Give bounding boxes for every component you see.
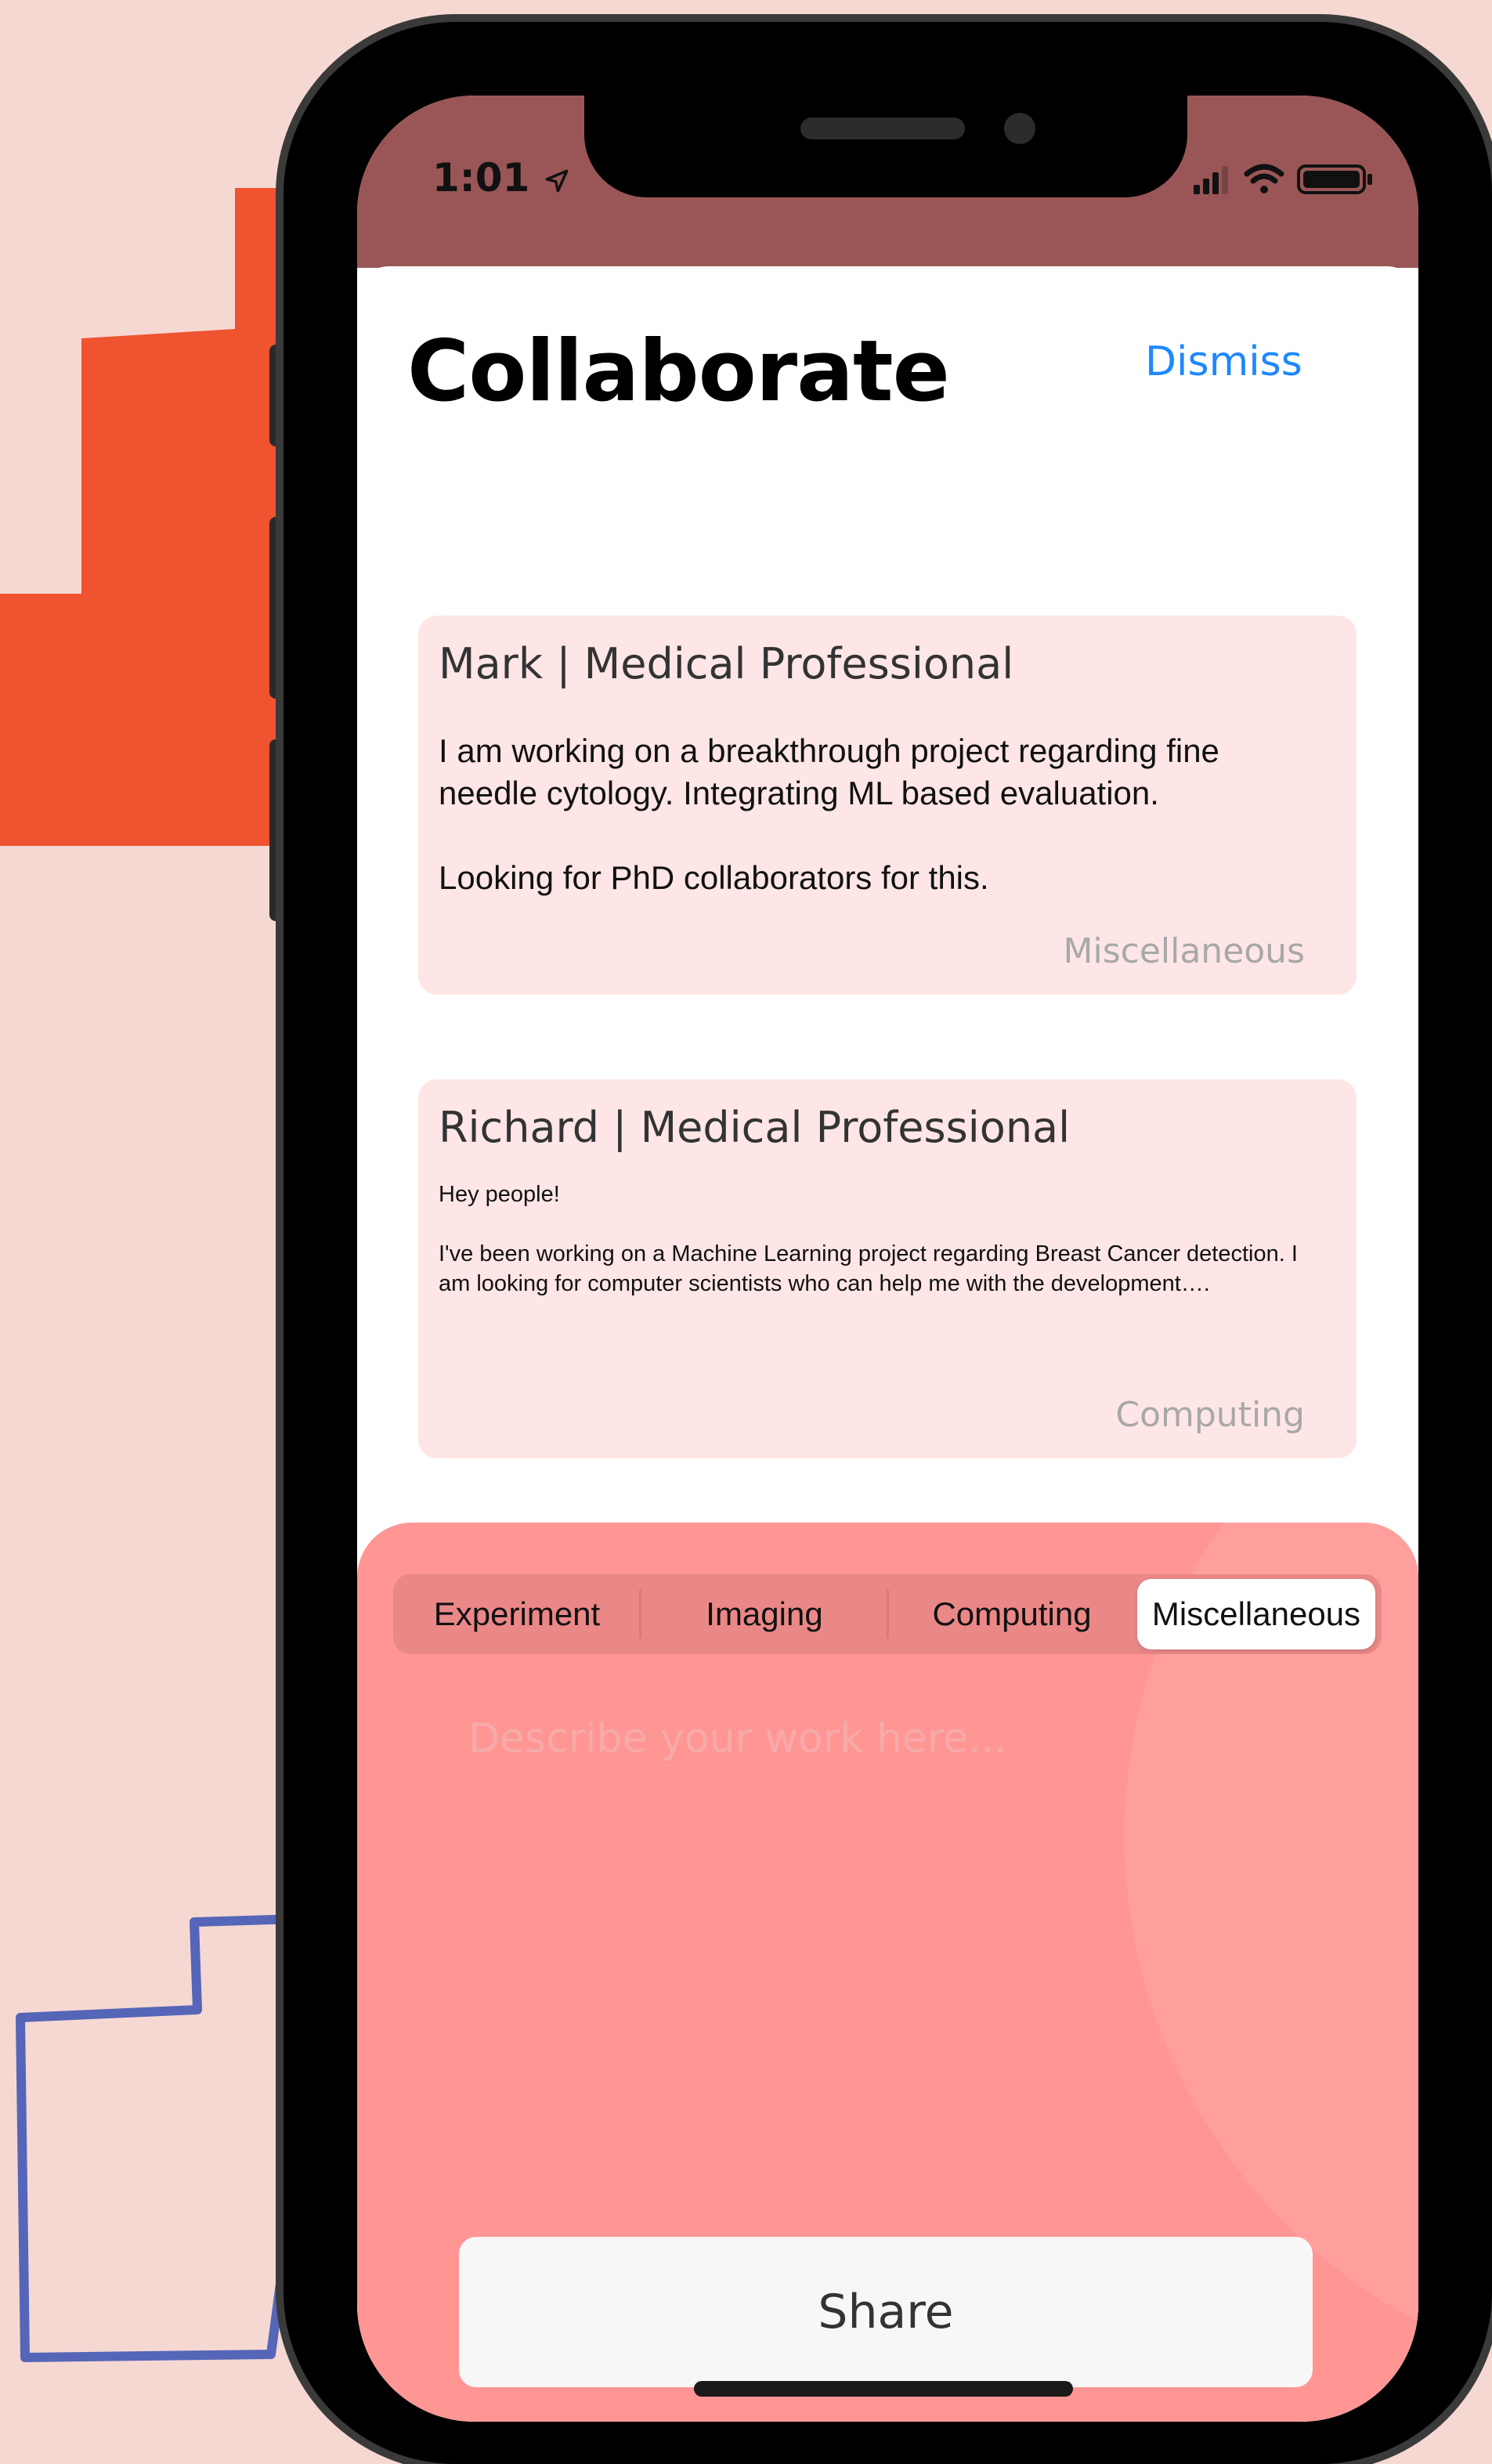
phone-frame: 1:01 Collaborate Dismiss Mark | Medical … — [284, 22, 1492, 2464]
post-author: Richard | Medical Professional — [439, 1103, 1071, 1152]
post-card[interactable]: Richard | Medical Professional Hey peopl… — [418, 1079, 1357, 1458]
phone-screen: 1:01 Collaborate Dismiss Mark | Medical … — [357, 96, 1418, 2422]
blue-outline-decor-shape — [16, 1914, 299, 2362]
description-input[interactable] — [468, 1715, 1299, 2123]
segment-imaging[interactable]: Imaging — [641, 1574, 888, 1654]
segment-computing[interactable]: Computing — [888, 1574, 1136, 1654]
share-button[interactable]: Share — [459, 2237, 1313, 2387]
status-time: 1:01 — [432, 155, 570, 201]
segment-experiment[interactable]: Experiment — [393, 1574, 641, 1654]
cellular-signal-icon — [1194, 166, 1228, 194]
home-indicator[interactable] — [694, 2381, 1073, 2397]
post-category: Computing — [1115, 1395, 1305, 1435]
orange-decor-shape — [0, 188, 313, 846]
speaker-grille — [800, 117, 965, 139]
wifi-icon — [1244, 164, 1284, 193]
composer-panel: Experiment Imaging Computing Miscellaneo… — [357, 1523, 1418, 2422]
dismiss-button[interactable]: Dismiss — [1145, 338, 1302, 385]
location-arrow-icon — [545, 169, 569, 192]
segment-miscellaneous[interactable]: Miscellaneous — [1137, 1579, 1375, 1649]
status-icons — [1194, 164, 1372, 194]
post-body: I am working on a breakthrough project r… — [439, 732, 1219, 896]
page-title: Collaborate — [407, 323, 950, 421]
post-author: Mark | Medical Professional — [439, 639, 1014, 688]
post-card[interactable]: Mark | Medical Professional I am working… — [418, 616, 1357, 995]
post-category: Miscellaneous — [1063, 931, 1305, 971]
category-segmented-control: Experiment Imaging Computing Miscellaneo… — [393, 1574, 1382, 1654]
battery-icon — [1297, 164, 1372, 194]
notch — [584, 96, 1187, 197]
status-time-text: 1:01 — [432, 155, 530, 201]
post-body: Hey people! I've been working on a Machi… — [439, 1182, 1298, 1296]
front-camera — [1004, 113, 1035, 144]
status-bar: 1:01 — [357, 96, 1418, 268]
